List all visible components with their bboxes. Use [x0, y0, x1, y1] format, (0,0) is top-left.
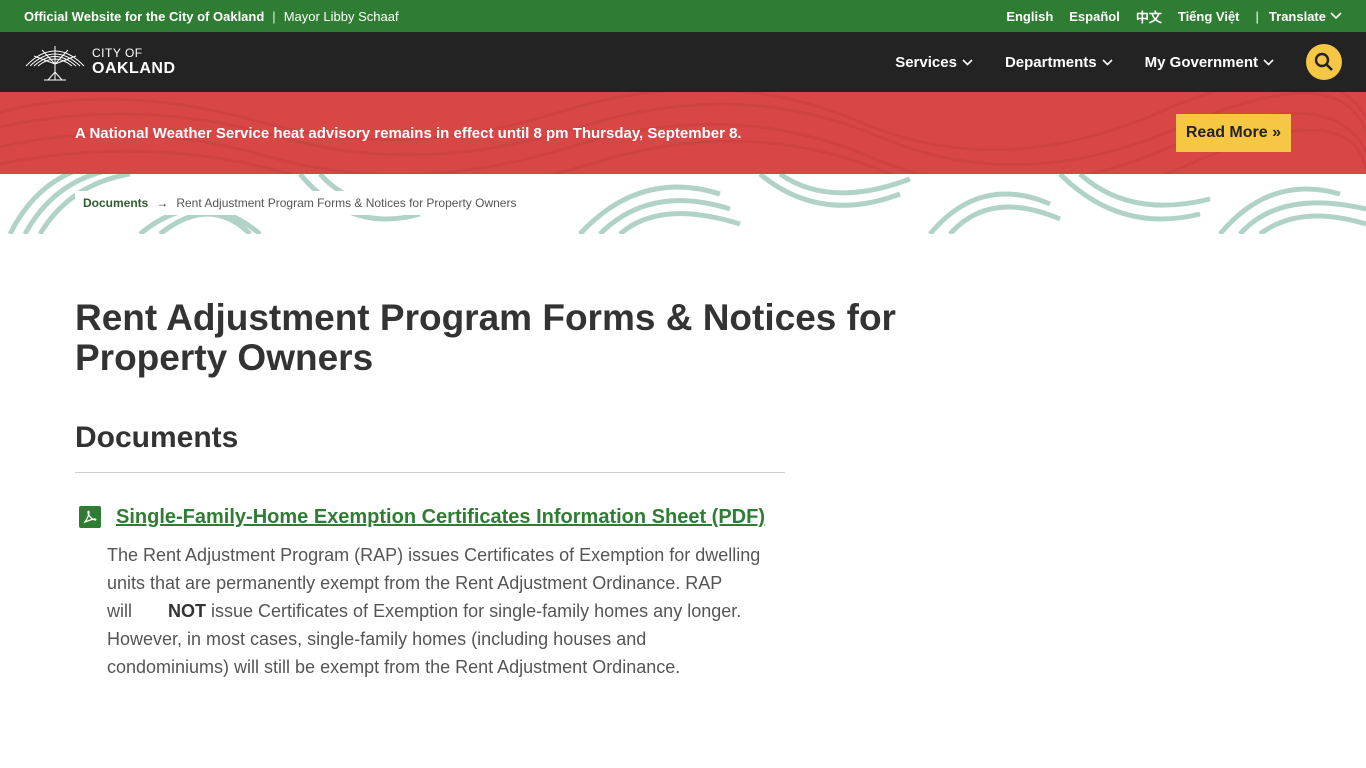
alert-message: A National Weather Service heat advisory…: [75, 124, 742, 142]
document-link[interactable]: Single-Family-Home Exemption Certificate…: [116, 503, 765, 531]
pdf-icon: [79, 506, 101, 528]
chevron-down-icon: [1330, 12, 1342, 20]
documents-heading: Documents: [75, 421, 239, 454]
chevron-down-icon: [1263, 58, 1274, 66]
page-title: Rent Adjustment Program Forms & Notices …: [75, 297, 896, 378]
breadcrumb: Documents → Rent Adjustment Program Form…: [75, 191, 525, 215]
nav-services[interactable]: Services: [895, 54, 973, 71]
search-icon: [1314, 52, 1333, 71]
mayor-link[interactable]: Mayor Libby Schaaf: [284, 9, 399, 24]
nav-services-label: Services: [895, 53, 957, 71]
breadcrumb-documents-link[interactable]: Documents: [83, 196, 148, 210]
translate-label: Translate: [1268, 8, 1326, 24]
breadcrumb-arrow: →: [156, 196, 169, 210]
nav-departments[interactable]: Departments: [1005, 54, 1113, 71]
nav-departments-label: Departments: [1004, 53, 1097, 71]
read-more-button[interactable]: Read More »: [1175, 114, 1291, 152]
chevron-down-icon: [1102, 58, 1113, 66]
logo-city-text: CITY OF: [92, 46, 143, 60]
breadcrumb-current: Rent Adjustment Program Forms & Notices …: [176, 196, 517, 210]
city-logo[interactable]: CITY OF OAKLAND: [24, 42, 176, 82]
alert-banner: A National Weather Service heat advisory…: [0, 92, 1366, 174]
utility-bar: Official Website for the City of Oakland…: [0, 0, 1366, 32]
main-nav: CITY OF OAKLAND Services Departments My …: [0, 32, 1366, 92]
main-content: Rent Adjustment Program Forms & Notices …: [75, 298, 915, 378]
nav-my-government-label: My Government: [1144, 53, 1258, 71]
document-description-emphasis: NOT: [168, 601, 206, 621]
language-vietnamese[interactable]: Tiếng Việt: [1178, 9, 1240, 24]
search-button[interactable]: [1306, 44, 1342, 80]
chevron-down-icon: [962, 58, 973, 66]
oak-tree-icon: [25, 46, 85, 81]
official-website-label: Official Website for the City of Oakland: [24, 8, 265, 24]
language-chinese[interactable]: 中文: [1136, 7, 1162, 26]
document-description: The Rent Adjustment Program (RAP) issues…: [107, 541, 767, 681]
section-divider: [75, 472, 785, 473]
logo-oakland-text: OAKLAND: [92, 60, 176, 77]
topbar-separator: |: [272, 8, 276, 24]
language-english[interactable]: English: [1006, 9, 1053, 24]
translate-separator: |: [1255, 8, 1259, 24]
header-pattern: Documents → Rent Adjustment Program Form…: [0, 174, 1366, 234]
language-espanol[interactable]: Español: [1069, 9, 1120, 24]
document-item: Single-Family-Home Exemption Certificate…: [75, 503, 785, 681]
nav-my-government[interactable]: My Government: [1145, 54, 1274, 71]
translate-dropdown[interactable]: Translate: [1269, 9, 1342, 24]
